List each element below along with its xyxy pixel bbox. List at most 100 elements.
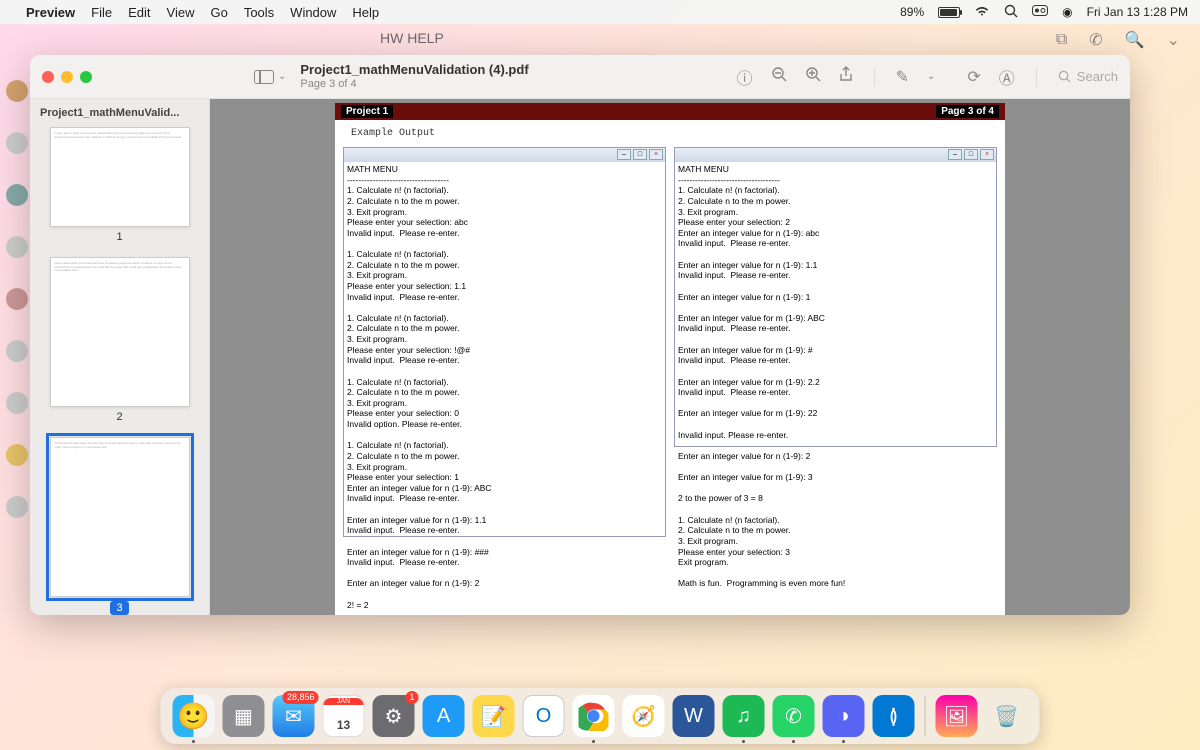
menu-edit[interactable]: Edit: [128, 5, 150, 20]
menu-go[interactable]: Go: [210, 5, 227, 20]
safari-icon[interactable]: 🧭: [623, 695, 665, 737]
calendar-icon[interactable]: JAN 13: [323, 695, 365, 737]
console-close-icon: ×: [649, 149, 663, 160]
macos-dock: 🙂 ▦ ✉28,856 JAN 13 ⚙1 A 📝 O 🧭 W ♫ ✆ ◑ ≬ …: [161, 688, 1040, 744]
console-titlebar: – □ ×: [675, 148, 996, 162]
console-max-icon: □: [964, 149, 978, 160]
terminal-console-right: – □ × MATH MENU ------------------------…: [674, 147, 997, 447]
page-header-left: Project 1: [341, 105, 393, 118]
pdf-page: Project 1 Page 3 of 4 Example Output – □…: [335, 103, 1005, 615]
search-placeholder: Search: [1077, 69, 1118, 84]
toolbar-separator: [1036, 67, 1037, 87]
avatar[interactable]: [6, 80, 28, 102]
info-icon[interactable]: ⓘ: [737, 65, 753, 89]
notes-icon[interactable]: 📝: [473, 695, 515, 737]
window-titlebar: ⌄ Project1_mathMenuValidation (4).pdf Pa…: [30, 55, 1130, 99]
copy-icon[interactable]: ⧉: [1056, 31, 1067, 49]
markup-icon[interactable]: ✎: [896, 67, 909, 87]
wallpaper-icon[interactable]: 🖼: [936, 695, 978, 737]
preview-window: ⌄ Project1_mathMenuValidation (4).pdf Pa…: [30, 55, 1130, 615]
control-center-icon[interactable]: [1032, 5, 1048, 19]
battery-percent[interactable]: 89%: [900, 5, 924, 19]
phone-icon[interactable]: ✆: [1089, 30, 1102, 50]
launchpad-icon[interactable]: ▦: [223, 695, 265, 737]
avatar[interactable]: [6, 132, 28, 154]
terminal-console-left: – □ × MATH MENU ------------------------…: [343, 147, 666, 537]
page-number: 1: [116, 231, 122, 243]
mail-icon[interactable]: ✉28,856: [273, 695, 315, 737]
calendar-month: JAN: [324, 698, 364, 705]
menu-help[interactable]: Help: [352, 5, 379, 20]
search-icon[interactable]: 🔍: [1125, 30, 1145, 50]
console-titlebar: – □ ×: [344, 148, 665, 162]
page-number: 2: [116, 411, 122, 423]
thumbnail-sidebar: Project1_mathMenuValid... Lorem ipsum do…: [30, 99, 210, 615]
maximize-button[interactable]: [80, 71, 92, 83]
page-thumbnail-2[interactable]: More placeholder thumbnail text lines si…: [50, 257, 190, 407]
console-max-icon: □: [633, 149, 647, 160]
mail-badge: 28,856: [283, 691, 319, 704]
console-output: MATH MENU ------------------------------…: [344, 162, 665, 615]
document-title: Project1_mathMenuValidation (4).pdf: [300, 62, 528, 78]
chevron-down-icon[interactable]: ⌄: [927, 71, 935, 82]
page-header: Project 1 Page 3 of 4: [335, 103, 1005, 120]
close-button[interactable]: [42, 71, 54, 83]
traffic-lights: [42, 71, 92, 83]
search-input[interactable]: Search: [1058, 69, 1118, 84]
chrome-icon[interactable]: [573, 695, 615, 737]
console-min-icon: –: [617, 149, 631, 160]
section-heading: Example Output: [335, 120, 1005, 147]
avatar[interactable]: [6, 496, 28, 518]
battery-icon[interactable]: [938, 7, 960, 18]
app-name[interactable]: Preview: [26, 5, 75, 20]
avatar[interactable]: [6, 184, 28, 206]
word-icon[interactable]: W: [673, 695, 715, 737]
page-thumbnail-3[interactable]: Thumbnail of page three showing two term…: [50, 437, 190, 597]
avatar[interactable]: [6, 236, 28, 258]
toolbar-separator: [874, 67, 875, 87]
avatar[interactable]: [6, 444, 28, 466]
spotify-icon[interactable]: ♫: [723, 695, 765, 737]
whatsapp-icon[interactable]: ✆: [773, 695, 815, 737]
page-header-right: Page 3 of 4: [936, 105, 999, 118]
page-indicator: Page 3 of 4: [300, 78, 528, 91]
macos-menubar: Preview File Edit View Go Tools Window H…: [0, 0, 1200, 24]
share-icon[interactable]: [839, 66, 853, 87]
console-min-icon: –: [948, 149, 962, 160]
background-toolbar: ⧉ ✆ 🔍 ⌄: [1056, 30, 1180, 50]
rotate-icon[interactable]: ⟳: [967, 67, 980, 87]
menu-window[interactable]: Window: [290, 5, 336, 20]
settings-icon[interactable]: ⚙1: [373, 695, 415, 737]
discord-icon[interactable]: ◑: [823, 695, 865, 737]
avatar[interactable]: [6, 392, 28, 414]
outlook-icon[interactable]: O: [523, 695, 565, 737]
console-output: MATH MENU ------------------------------…: [675, 162, 996, 591]
avatar[interactable]: [6, 340, 28, 362]
appstore-icon[interactable]: A: [423, 695, 465, 737]
chevron-down-icon[interactable]: ⌄: [1167, 30, 1180, 50]
vscode-icon[interactable]: ≬: [873, 695, 915, 737]
trash-icon[interactable]: 🗑️: [986, 695, 1028, 737]
finder-icon[interactable]: 🙂: [173, 695, 215, 737]
minimize-button[interactable]: [61, 71, 73, 83]
zoom-out-icon[interactable]: [771, 66, 787, 87]
menu-view[interactable]: View: [167, 5, 195, 20]
page-thumbnail-1[interactable]: Lorem ipsum dolor sit amet text placehol…: [50, 127, 190, 227]
chevron-down-icon[interactable]: ⌄: [278, 71, 286, 82]
spotlight-icon[interactable]: [1004, 4, 1018, 21]
console-close-icon: ×: [980, 149, 994, 160]
highlight-icon[interactable]: Ⓐ: [999, 65, 1015, 89]
background-text: HW HELP: [380, 30, 444, 46]
zoom-in-icon[interactable]: [805, 66, 821, 87]
siri-icon[interactable]: ◉: [1062, 5, 1072, 19]
menu-tools[interactable]: Tools: [244, 5, 274, 20]
whatsapp-sidebar: [4, 80, 30, 518]
dock-separator: [925, 696, 926, 736]
sidebar-toggle-icon[interactable]: [254, 70, 274, 84]
clock-text[interactable]: Fri Jan 13 1:28 PM: [1087, 5, 1188, 19]
document-viewport[interactable]: Project 1 Page 3 of 4 Example Output – □…: [210, 99, 1130, 615]
wifi-icon[interactable]: [974, 5, 990, 20]
settings-badge: 1: [405, 691, 418, 704]
menu-file[interactable]: File: [91, 5, 112, 20]
avatar[interactable]: [6, 288, 28, 310]
